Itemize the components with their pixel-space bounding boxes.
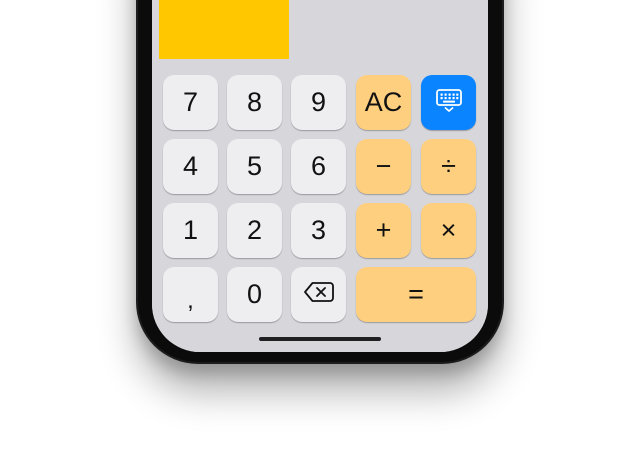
key-9[interactable]: 9 (291, 75, 346, 130)
decimal-comma-label: , (187, 286, 194, 314)
key-3-label: 3 (310, 215, 327, 245)
key-5-label: 5 (246, 151, 263, 181)
multiply-button[interactable]: × (421, 203, 476, 258)
keyboard-icon (433, 86, 465, 119)
minus-button[interactable]: − (356, 139, 411, 194)
key-1[interactable]: 1 (163, 203, 218, 258)
key-2-label: 2 (246, 215, 263, 245)
key-7[interactable]: 7 (163, 75, 218, 130)
keyboard-toggle-button[interactable] (421, 75, 476, 130)
key-6[interactable]: 6 (291, 139, 346, 194)
minus-label: − (375, 151, 392, 181)
key-2[interactable]: 2 (227, 203, 282, 258)
key-0-label: 0 (246, 279, 263, 309)
key-8[interactable]: 8 (227, 75, 282, 130)
home-indicator (259, 337, 381, 341)
divide-button[interactable]: ÷ (421, 139, 476, 194)
key-7-label: 7 (182, 87, 199, 117)
backspace-button[interactable] (291, 267, 346, 322)
all-clear-button[interactable]: AC (356, 75, 411, 130)
key-8-label: 8 (246, 87, 263, 117)
plus-label: + (375, 215, 392, 245)
plus-button[interactable]: + (356, 203, 411, 258)
multiply-label: × (440, 215, 457, 245)
highlight-block (159, 0, 289, 59)
key-4[interactable]: 4 (163, 139, 218, 194)
equals-label: = (408, 279, 424, 309)
all-clear-label: AC (364, 87, 403, 117)
key-9-label: 9 (310, 87, 327, 117)
backspace-icon (302, 280, 336, 309)
decimal-comma-button[interactable]: , (163, 267, 218, 322)
key-1-label: 1 (182, 215, 199, 245)
stage: 7 8 9 AC 4 5 6 − ÷ 1 2 3 + × , 0 = (0, 0, 640, 475)
key-4-label: 4 (182, 151, 199, 181)
key-5[interactable]: 5 (227, 139, 282, 194)
divide-label: ÷ (441, 151, 456, 181)
key-3[interactable]: 3 (291, 203, 346, 258)
key-6-label: 6 (310, 151, 327, 181)
equals-button[interactable]: = (356, 267, 476, 322)
key-0[interactable]: 0 (227, 267, 282, 322)
